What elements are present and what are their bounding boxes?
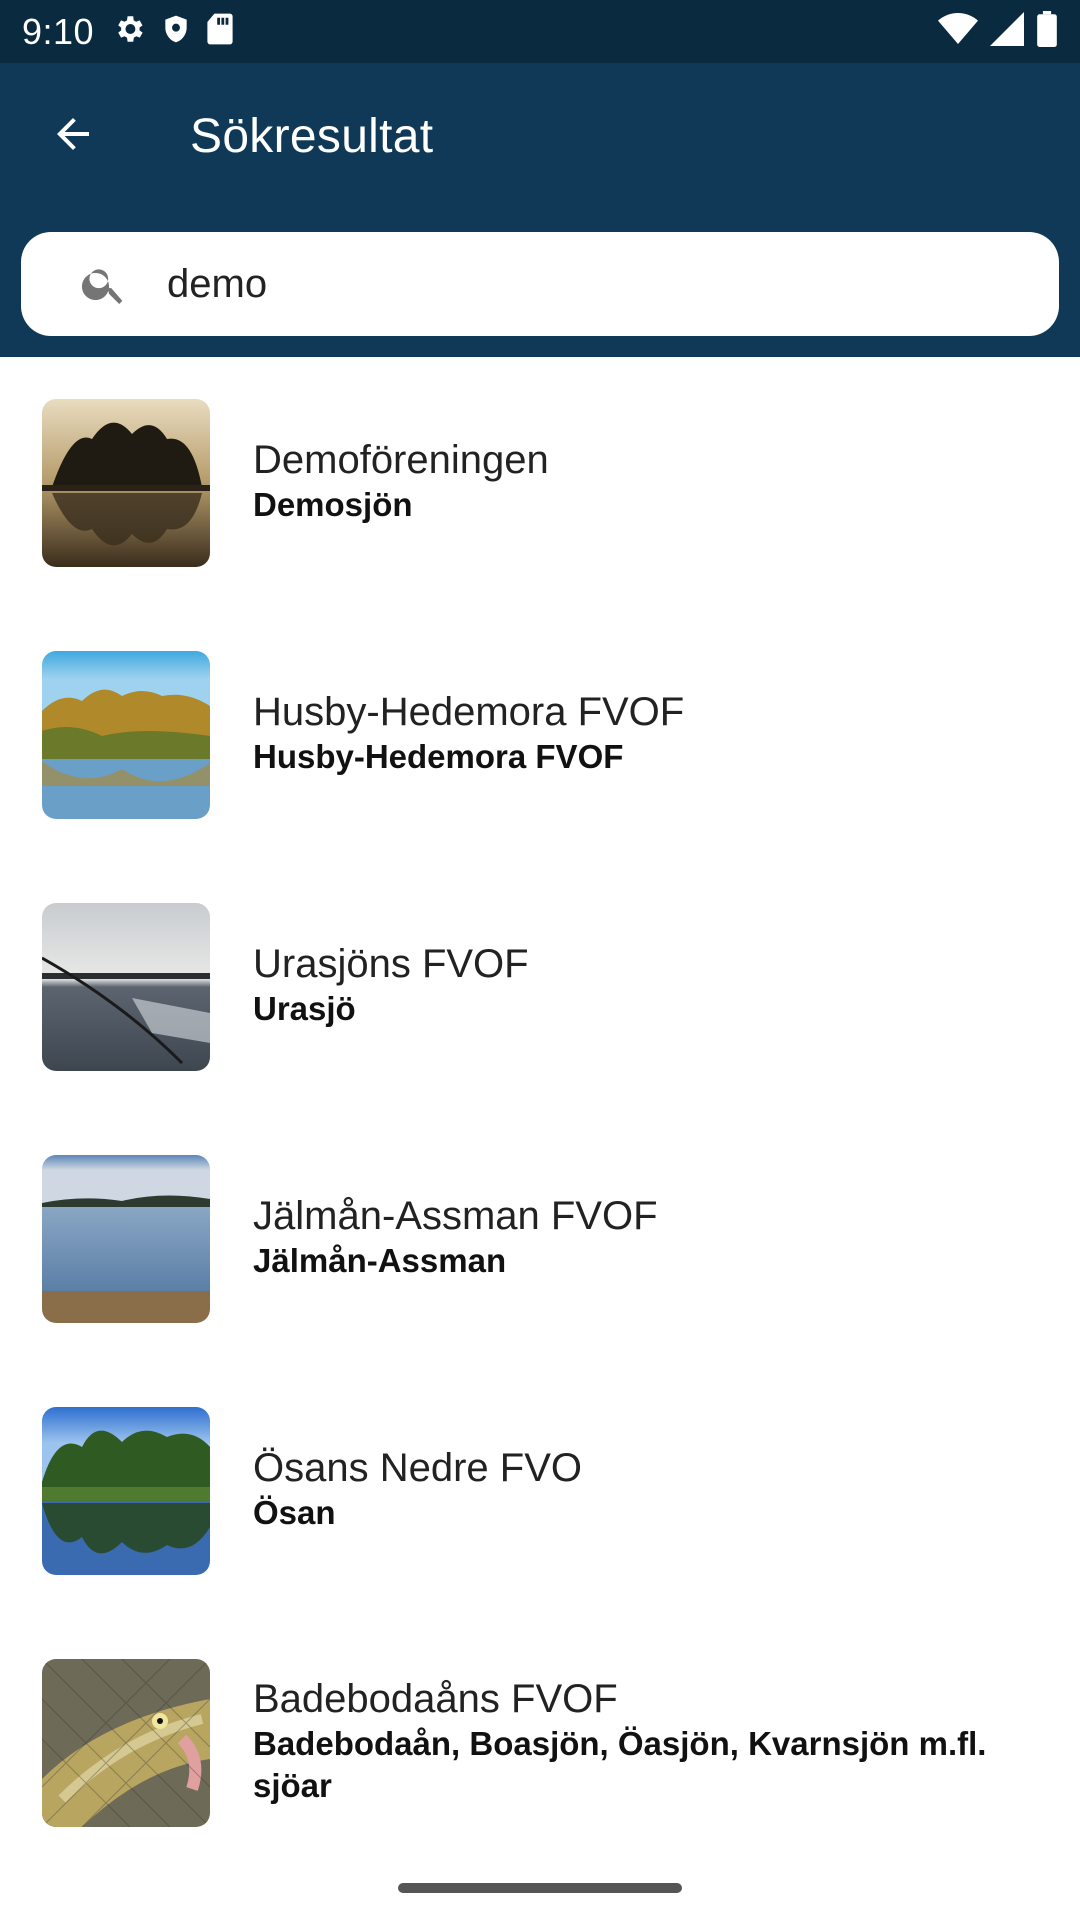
status-icons-left <box>112 12 234 51</box>
result-subtitle: Jälmån-Assman <box>253 1242 507 1279</box>
result-title: Ösans Nedre FVO <box>253 1446 583 1490</box>
result-title: Jälmån-Assman FVOF <box>253 1194 658 1238</box>
result-title: Demoföreningen <box>253 438 549 482</box>
result-title: Husby-Hedemora FVOF <box>253 690 685 734</box>
arrow-back-icon <box>49 110 97 163</box>
result-title: Badebodaåns FVOF <box>253 1677 618 1721</box>
result-subtitle: Husby-Hedemora FVOF <box>253 738 624 775</box>
list-item[interactable]: Husby-Hedemora FVOF Husby-Hedemora FVOF <box>0 609 1080 861</box>
wifi-icon <box>938 12 978 51</box>
home-indicator[interactable] <box>398 1883 682 1893</box>
results-list: Demoföreningen Demosjön Husby-Hedemora F… <box>0 357 1080 1869</box>
shield-icon <box>160 12 192 51</box>
result-title: Urasjöns FVOF <box>253 942 529 986</box>
app-bar: Sökresultat <box>0 63 1080 210</box>
search-icon <box>77 257 131 311</box>
result-subtitle: Demosjön <box>253 486 413 523</box>
thumbnail-image <box>42 1155 210 1323</box>
result-subtitle: Urasjö <box>253 990 356 1027</box>
list-item[interactable]: Jälmån-Assman FVOF Jälmån-Assman <box>0 1113 1080 1365</box>
search-box[interactable] <box>21 232 1059 336</box>
list-item[interactable]: Badebodaåns FVOF Badebodaån, Boasjön, Öa… <box>0 1617 1080 1869</box>
status-time: 9:10 <box>22 10 95 52</box>
thumbnail-image <box>42 1407 210 1575</box>
thumbnail-image <box>42 1659 210 1827</box>
thumbnail-image <box>42 399 210 567</box>
list-item[interactable]: Urasjöns FVOF Urasjö <box>0 861 1080 1113</box>
signal-icon <box>990 12 1024 51</box>
list-item[interactable]: Demoföreningen Demosjön <box>0 357 1080 609</box>
result-subtitle: Ösan <box>253 1494 336 1531</box>
gear-icon <box>112 12 146 51</box>
list-item[interactable]: Ösans Nedre FVO Ösan <box>0 1365 1080 1617</box>
status-icons-right <box>938 11 1058 52</box>
thumbnail-image <box>42 903 210 1071</box>
status-bar: 9:10 <box>0 0 1080 63</box>
back-button[interactable] <box>38 102 108 172</box>
page-title: Sökresultat <box>190 110 434 163</box>
sd-card-icon <box>206 12 234 51</box>
thumbnail-image <box>42 651 210 819</box>
search-input[interactable] <box>167 261 1007 307</box>
battery-icon <box>1036 11 1058 52</box>
result-subtitle: Badebodaån, Boasjön, Öasjön, Kvarnsjön m… <box>253 1725 987 1804</box>
search-band <box>0 210 1080 357</box>
